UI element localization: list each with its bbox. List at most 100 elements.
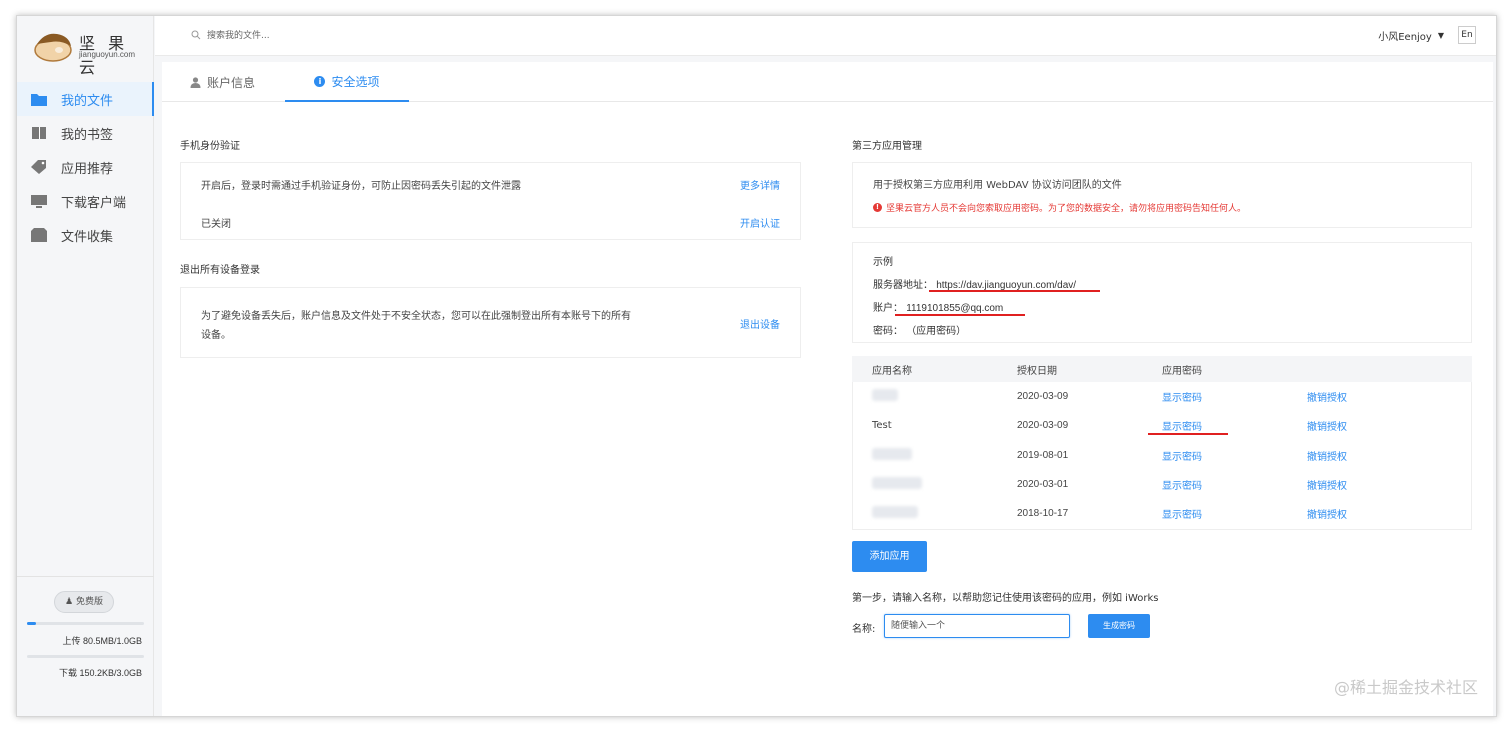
- app-window: 坚 果 云 jianguoyun.com 我的文件 我的书签 应用推荐 下载客户…: [16, 15, 1497, 717]
- folder-icon: [31, 92, 47, 106]
- nut-logo-icon: [34, 33, 72, 62]
- sidebar-item-download-client[interactable]: 下载客户端: [17, 184, 154, 218]
- user-icon: [190, 76, 201, 88]
- user-menu[interactable]: 小风Eenjoy ▼: [1378, 28, 1444, 43]
- plan-badge[interactable]: ♟ 免费版: [54, 591, 114, 613]
- sidebar-item-bookmarks[interactable]: 我的书签: [17, 116, 154, 150]
- upload-progress-fill: [27, 622, 37, 625]
- col-actions: [1307, 356, 1472, 382]
- revoke-auth-link[interactable]: 撤销授权: [1307, 510, 1347, 521]
- table-row: 2018-10-17 显示密码 撤销授权: [852, 499, 1472, 528]
- enable-auth-link[interactable]: 开启认证: [740, 215, 780, 230]
- show-password-link[interactable]: 显示密码: [1162, 510, 1202, 521]
- sidebar-nav: 我的文件 我的书签 应用推荐 下载客户端 文件收集: [17, 82, 154, 252]
- download-usage-text: 下载 150.2KB/3.0GB: [58, 668, 142, 678]
- bookmark-icon: [31, 126, 47, 140]
- redacted-name: [872, 477, 922, 490]
- tab-security[interactable]: i 安全选项: [285, 62, 409, 102]
- phone-auth-box: 开启后，登录时需通过手机验证身份，可防止因密码丢失引起的文件泄露 更多详情 已关…: [180, 162, 801, 240]
- main-panel: 账户信息 i 安全选项 手机身份验证 开启后，登录时需通过手机验证身份，可防止因…: [162, 62, 1493, 716]
- third-party-info-box: 用于授权第三方应用利用 WebDAV 协议访问团队的文件 ! 坚果云官方人员不会…: [852, 162, 1472, 228]
- phone-auth-status: 已关闭: [201, 219, 231, 230]
- password-row: 密码： （应用密码）: [873, 322, 966, 337]
- account-row: 账户： 1119101855@qq.com: [873, 299, 1003, 314]
- auth-date-cell: 2020-03-09: [1017, 391, 1069, 403]
- col-auth-date: 授权日期: [1017, 356, 1162, 382]
- storage-quota: ♟ 免费版 上传 80.5MB/1.0GB 下载 150.2KB/3.0GB: [17, 576, 154, 716]
- logout-all-title: 退出所有设备登录: [180, 265, 260, 276]
- sidebar-item-label: 文件收集: [61, 229, 114, 245]
- search-box[interactable]: 搜索我的文件...: [191, 28, 270, 41]
- phone-auth-desc: 开启后，登录时需通过手机验证身份，可防止因密码丢失引起的文件泄露: [201, 181, 521, 192]
- sidebar-item-label: 下载客户端: [61, 195, 127, 211]
- server-label: 服务器地址：: [873, 280, 933, 291]
- generate-password-button[interactable]: 生成密码: [1088, 614, 1150, 638]
- app-name-input[interactable]: 随便输入一个: [884, 614, 1070, 638]
- auth-date-cell: 2020-03-01: [1017, 479, 1069, 491]
- revoke-auth-link[interactable]: 撤销授权: [1307, 422, 1347, 433]
- sidebar-item-label: 我的书签: [61, 127, 114, 143]
- redacted-name: [872, 506, 918, 519]
- warning-text: ! 坚果云官方人员不会向您索取应用密码。为了您的数据安全，请勿将应用密码告知任何…: [873, 201, 1246, 214]
- user-icon: ♟: [65, 597, 74, 607]
- sidebar-item-my-files[interactable]: 我的文件: [17, 82, 154, 116]
- show-password-link[interactable]: 显示密码: [1162, 422, 1202, 433]
- plan-label: 免费版: [75, 597, 103, 607]
- phone-auth-title: 手机身份验证: [180, 141, 240, 152]
- example-title: 示例: [873, 257, 893, 268]
- table-row: Test 2020-03-09 显示密码 撤销授权: [852, 411, 1472, 440]
- password-label: 密码：: [873, 326, 903, 337]
- language-toggle[interactable]: En: [1458, 26, 1476, 44]
- table-row: 2020-03-09 显示密码 撤销授权: [852, 382, 1472, 411]
- chevron-down-icon: ▼: [1437, 31, 1444, 40]
- step-instruction: 第一步，请输入名称，以帮助您记住使用该密码的应用，例如 iWorks: [852, 593, 1159, 604]
- annotation-underline-show: [1148, 433, 1228, 436]
- warning-icon: !: [873, 203, 882, 212]
- table-header-row: 应用名称 授权日期 应用密码: [852, 356, 1472, 382]
- auth-date-cell: 2020-03-09: [1017, 420, 1069, 432]
- show-password-link[interactable]: 显示密码: [1162, 481, 1202, 492]
- tab-label: 账户信息: [207, 75, 256, 90]
- tab-account-info[interactable]: 账户信息: [190, 62, 290, 102]
- revoke-auth-link[interactable]: 撤销授权: [1307, 393, 1347, 404]
- monitor-icon: [31, 194, 47, 208]
- warning-message: 坚果云官方人员不会向您索取应用密码。为了您的数据安全，请勿将应用密码告知任何人。: [886, 204, 1247, 214]
- add-app-button[interactable]: 添加应用: [852, 541, 927, 572]
- tag-icon: [31, 160, 47, 174]
- more-details-link[interactable]: 更多详情: [740, 177, 780, 192]
- apps-table: 应用名称 授权日期 应用密码 2020-03-09 显示密码 撤销授权 Test…: [852, 356, 1472, 528]
- password-value: （应用密码）: [906, 326, 967, 337]
- revoke-auth-link[interactable]: 撤销授权: [1307, 452, 1347, 463]
- table-row: 2020-03-01 显示密码 撤销授权: [852, 470, 1472, 499]
- annotation-underline-account: [895, 314, 1025, 316]
- app-name-cell: Test: [872, 420, 892, 432]
- table-row: 2019-08-01 显示密码 撤销授权: [852, 441, 1472, 470]
- redacted-name: [872, 389, 898, 402]
- sidebar-item-apps[interactable]: 应用推荐: [17, 150, 154, 184]
- box-icon: [31, 228, 47, 242]
- col-app-password: 应用密码: [1162, 356, 1307, 382]
- col-app-name: 应用名称: [852, 356, 1017, 382]
- info-icon: i: [314, 75, 326, 87]
- app-name-cell: [852, 470, 1017, 499]
- show-password-link[interactable]: 显示密码: [1162, 452, 1202, 463]
- redacted-name: [872, 447, 912, 460]
- third-party-title: 第三方应用管理: [852, 141, 922, 152]
- logo[interactable]: 坚 果 云 jianguoyun.com: [31, 26, 146, 77]
- download-progress-bar: [27, 655, 144, 658]
- revoke-auth-link[interactable]: 撤销授权: [1307, 481, 1347, 492]
- search-input[interactable]: 搜索我的文件...: [207, 28, 270, 41]
- logout-devices-link[interactable]: 退出设备: [740, 316, 780, 331]
- watermark: @稀土掘金技术社区: [1333, 678, 1478, 697]
- show-password-link[interactable]: 显示密码: [1162, 393, 1202, 404]
- tab-bar: 账户信息 i 安全选项: [162, 62, 1493, 102]
- server-address-row: 服务器地址： https://dav.jianguoyun.com/dav/: [873, 276, 1076, 291]
- search-icon: [191, 30, 201, 39]
- sidebar-item-label: 应用推荐: [61, 161, 114, 177]
- sidebar-item-label: 我的文件: [61, 93, 114, 109]
- auth-date-cell: 2019-08-01: [1017, 449, 1069, 461]
- top-bar: 搜索我的文件... 小风Eenjoy ▼ En: [155, 16, 1496, 56]
- sidebar-item-file-collect[interactable]: 文件收集: [17, 218, 154, 252]
- app-name-cell: [852, 382, 1017, 411]
- logout-desc-line1: 为了避免设备丢失后，账户信息及文件处于不安全状态，您可以在此强制登出所有本账号下…: [201, 311, 631, 322]
